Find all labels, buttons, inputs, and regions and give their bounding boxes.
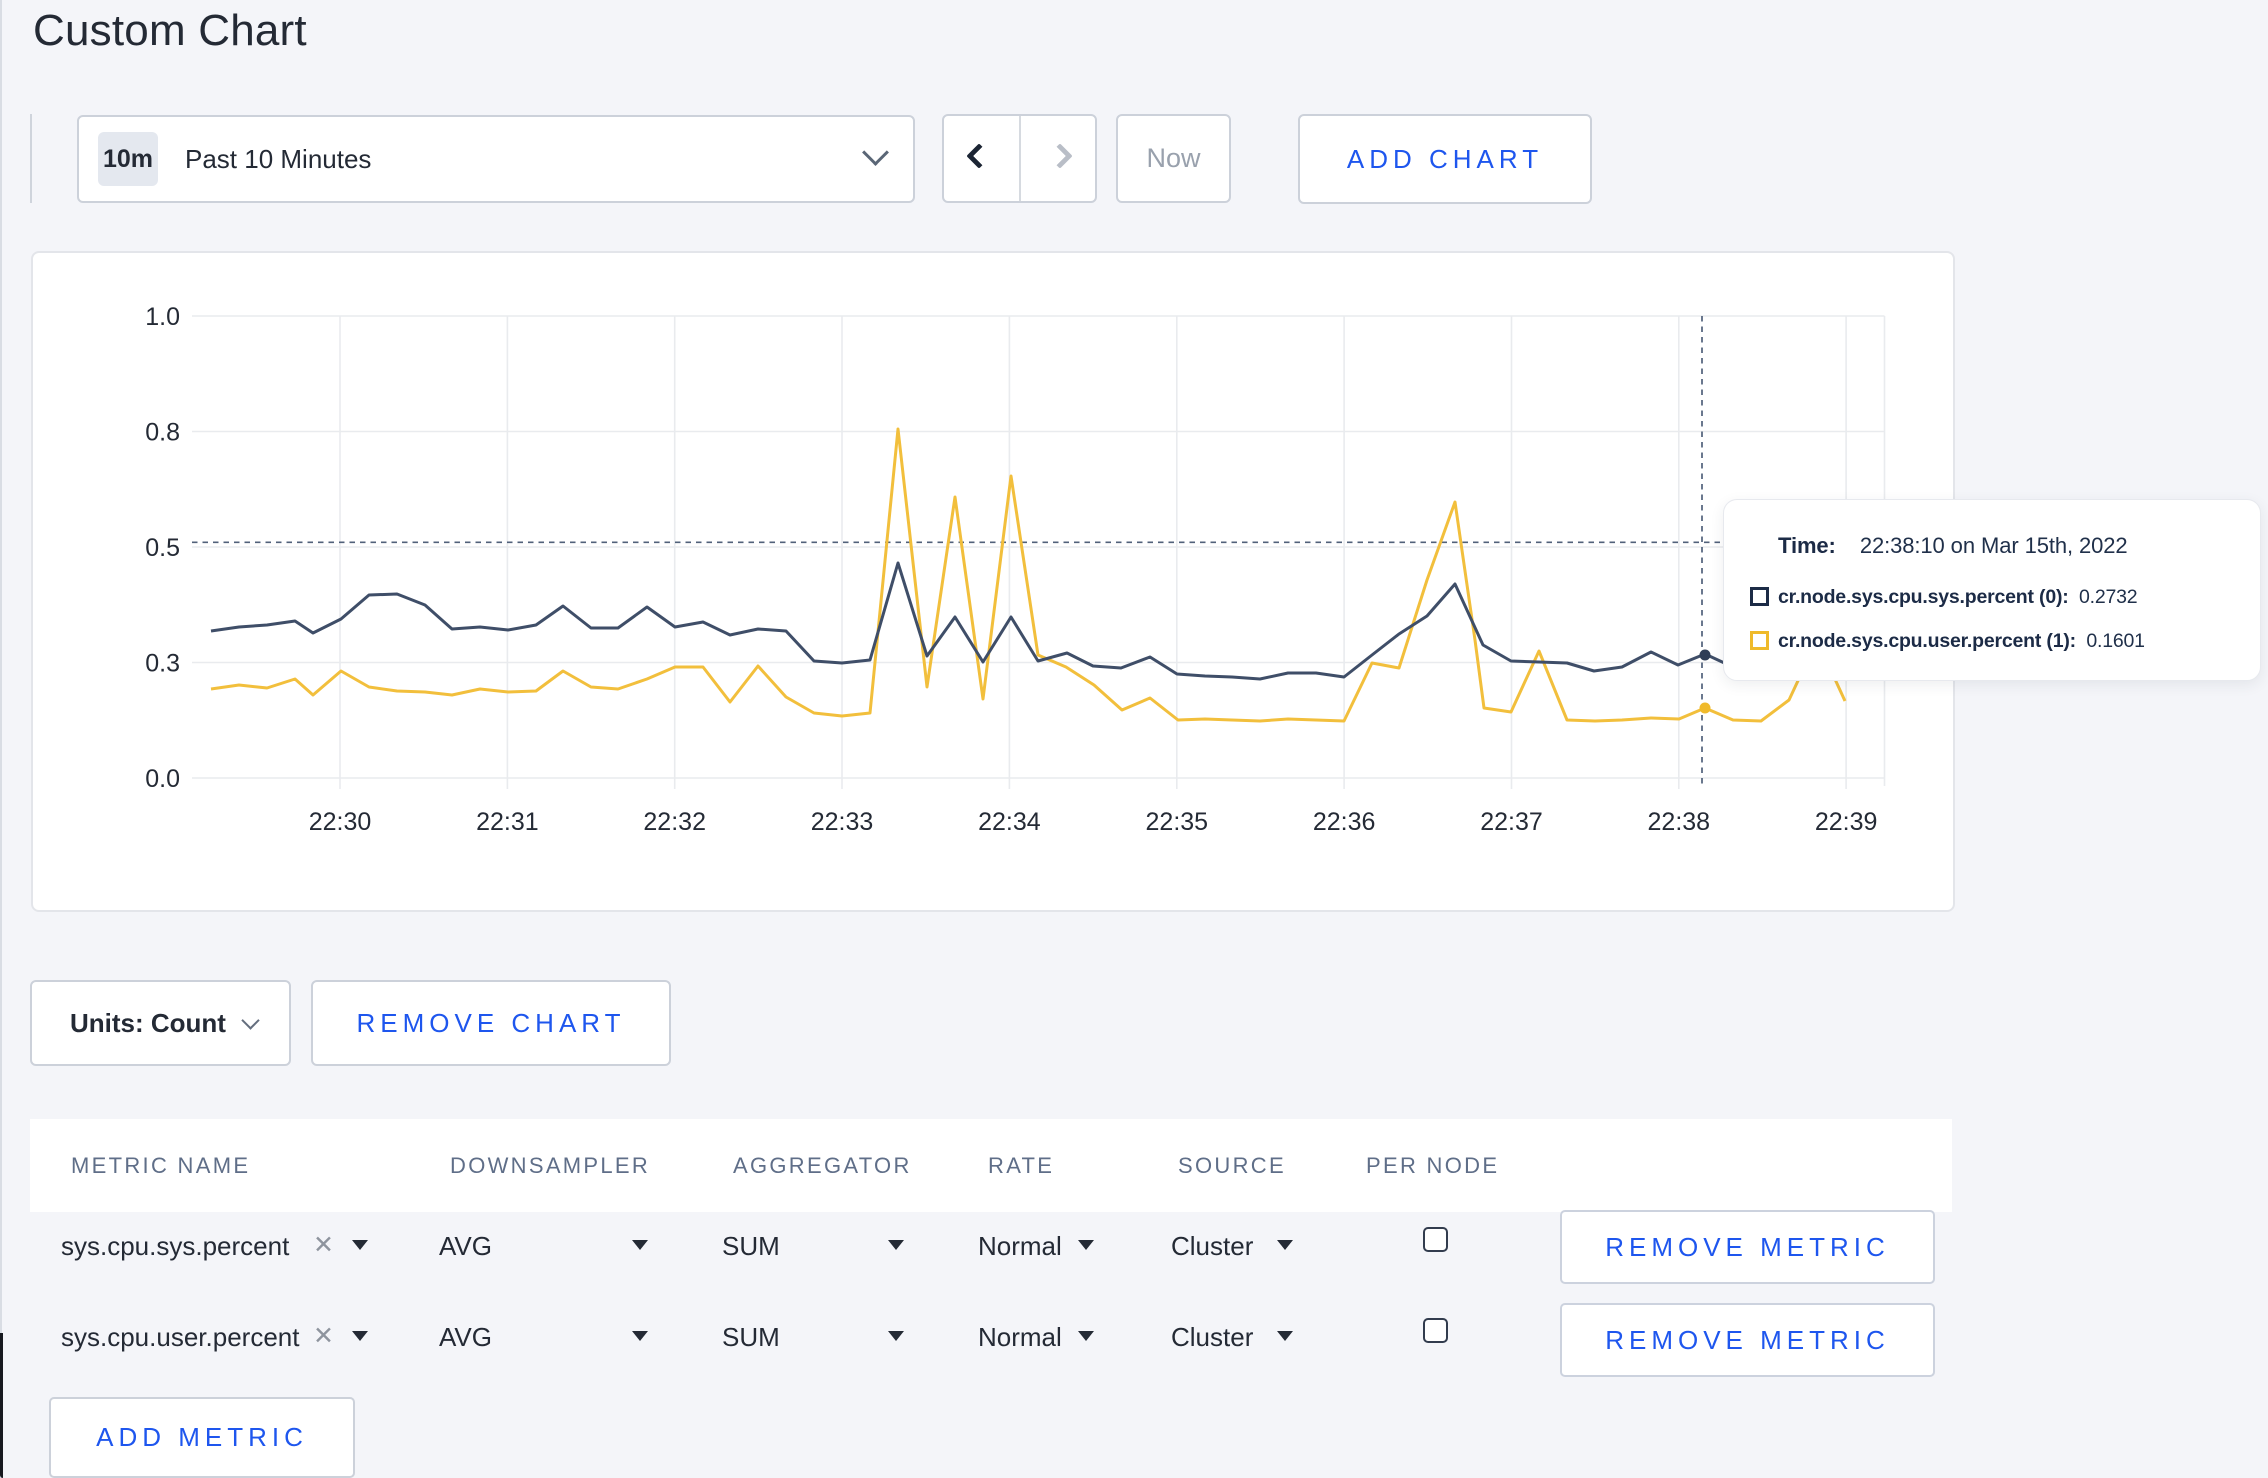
svg-text:22:32: 22:32 xyxy=(643,808,706,836)
svg-text:22:36: 22:36 xyxy=(1313,808,1376,836)
svg-text:22:37: 22:37 xyxy=(1480,808,1543,836)
svg-text:0.5: 0.5 xyxy=(145,534,180,562)
svg-text:22:33: 22:33 xyxy=(811,808,874,836)
svg-text:22:30: 22:30 xyxy=(309,808,372,836)
svg-text:0.3: 0.3 xyxy=(145,650,180,678)
svg-text:0.0: 0.0 xyxy=(145,765,180,793)
svg-text:1.0: 1.0 xyxy=(145,303,180,331)
svg-text:0.8: 0.8 xyxy=(145,419,180,447)
svg-text:22:35: 22:35 xyxy=(1146,808,1209,836)
svg-text:22:34: 22:34 xyxy=(978,808,1041,836)
svg-text:22:38: 22:38 xyxy=(1648,808,1711,836)
svg-text:22:39: 22:39 xyxy=(1815,808,1878,836)
svg-text:22:31: 22:31 xyxy=(476,808,539,836)
